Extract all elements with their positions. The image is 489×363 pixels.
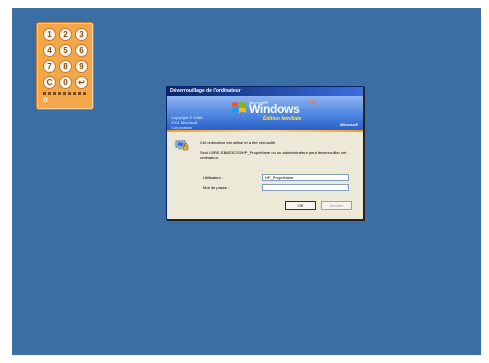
desktop: 1 2 3 4 5 6 7 8 9 C 0 ↩ Ω Déverrouillage…: [12, 8, 481, 355]
locked-message: Cet ordinateur est utilisé et a été verr…: [200, 140, 277, 145]
keypad-key[interactable]: 0: [59, 76, 72, 89]
keypad-key[interactable]: ↩: [75, 76, 88, 89]
windows-xp-banner: Copyright © 1985-2001 Microsoft Corporat…: [167, 96, 363, 130]
keypad-key[interactable]: 9: [75, 60, 88, 73]
onscreen-keypad-widget[interactable]: 1 2 3 4 5 6 7 8 9 C 0 ↩ Ω: [36, 22, 94, 110]
dialog-body: Cet ordinateur est utilisé et a été verr…: [167, 132, 363, 219]
keypad-key[interactable]: 5: [59, 44, 72, 57]
windows-wordmark: Windows: [249, 102, 300, 116]
keypad-key[interactable]: 1: [43, 28, 56, 41]
cancel-button[interactable]: Annuler: [321, 201, 352, 210]
password-field[interactable]: [262, 184, 349, 191]
user-label: Utilisateur :: [203, 175, 224, 180]
keypad-logo: Ω: [43, 98, 48, 104]
unlock-computer-dialog: Déverrouillage de l'ordinateur Copyright…: [166, 86, 364, 220]
keypad-key[interactable]: 3: [75, 28, 88, 41]
keypad-key[interactable]: 7: [43, 60, 56, 73]
unlock-permission-message: Seul LBRE-EB6E3C33\HP_Propriétaire ou un…: [200, 150, 347, 160]
banner-copyright: Copyright © 1985-2001 Microsoft Corporat…: [171, 115, 204, 130]
keypad-key[interactable]: 6: [75, 44, 88, 57]
keypad-key[interactable]: 8: [59, 60, 72, 73]
locked-computer-icon: [175, 140, 189, 151]
password-label: Mot de passe :: [203, 185, 230, 190]
ok-button[interactable]: OK: [285, 201, 316, 210]
keypad-key[interactable]: 2: [59, 28, 72, 41]
windows-flag-icon: [232, 102, 246, 113]
keypad-grid: 1 2 3 4 5 6 7 8 9 C 0 ↩: [43, 28, 88, 89]
user-field[interactable]: HP_Propriétaire: [262, 174, 349, 181]
keypad-key[interactable]: 4: [43, 44, 56, 57]
keypad-indicator-dots: [43, 92, 87, 95]
xp-mark: xp: [308, 100, 316, 106]
dialog-title: Déverrouillage de l'ordinateur: [167, 87, 363, 96]
keypad-key[interactable]: C: [43, 76, 56, 89]
microsoft-brand: Microsoft: [340, 122, 358, 127]
edition-label: Édition familiale: [263, 116, 302, 122]
